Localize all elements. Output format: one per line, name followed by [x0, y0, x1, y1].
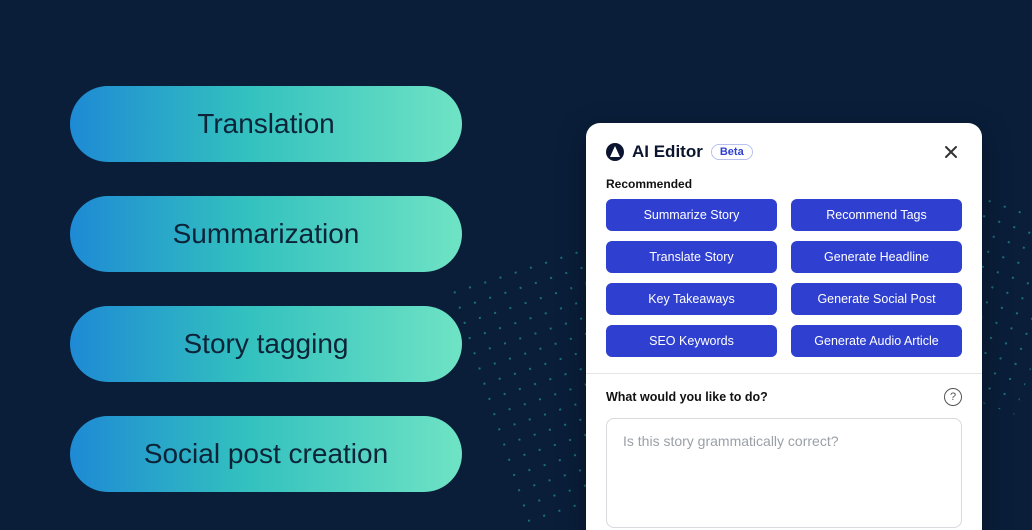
feature-label: Translation [197, 108, 334, 140]
generate-audio-article-button[interactable]: Generate Audio Article [791, 325, 962, 357]
help-icon[interactable]: ? [944, 388, 962, 406]
recommend-tags-button[interactable]: Recommend Tags [791, 199, 962, 231]
panel-title: AI Editor [632, 142, 703, 162]
feature-pill-social-post-creation: Social post creation [70, 416, 462, 492]
prompt-box [606, 418, 962, 528]
feature-pill-summarization: Summarization [70, 196, 462, 272]
ai-editor-panel: AI Editor Beta Recommended Summarize Sto… [586, 123, 982, 530]
close-icon[interactable] [940, 141, 962, 163]
key-takeaways-button[interactable]: Key Takeaways [606, 283, 777, 315]
translate-story-button[interactable]: Translate Story [606, 241, 777, 273]
feature-pill-story-tagging: Story tagging [70, 306, 462, 382]
generate-headline-button[interactable]: Generate Headline [791, 241, 962, 273]
feature-pill-translation: Translation [70, 86, 462, 162]
feature-list: Translation Summarization Story tagging … [70, 86, 462, 492]
recommended-label: Recommended [606, 177, 962, 191]
prompt-label: What would you like to do? [606, 390, 768, 404]
beta-badge: Beta [711, 144, 753, 160]
feature-label: Summarization [173, 218, 360, 250]
generate-social-post-button[interactable]: Generate Social Post [791, 283, 962, 315]
feature-label: Social post creation [144, 438, 388, 470]
prompt-input[interactable] [623, 433, 945, 513]
feature-label: Story tagging [184, 328, 349, 360]
panel-header: AI Editor Beta [606, 141, 962, 163]
app-logo-icon [606, 143, 624, 161]
recommended-actions: Summarize Story Recommend Tags Translate… [606, 199, 962, 357]
seo-keywords-button[interactable]: SEO Keywords [606, 325, 777, 357]
prompt-row: What would you like to do? ? [606, 388, 962, 406]
divider [586, 373, 982, 374]
summarize-story-button[interactable]: Summarize Story [606, 199, 777, 231]
